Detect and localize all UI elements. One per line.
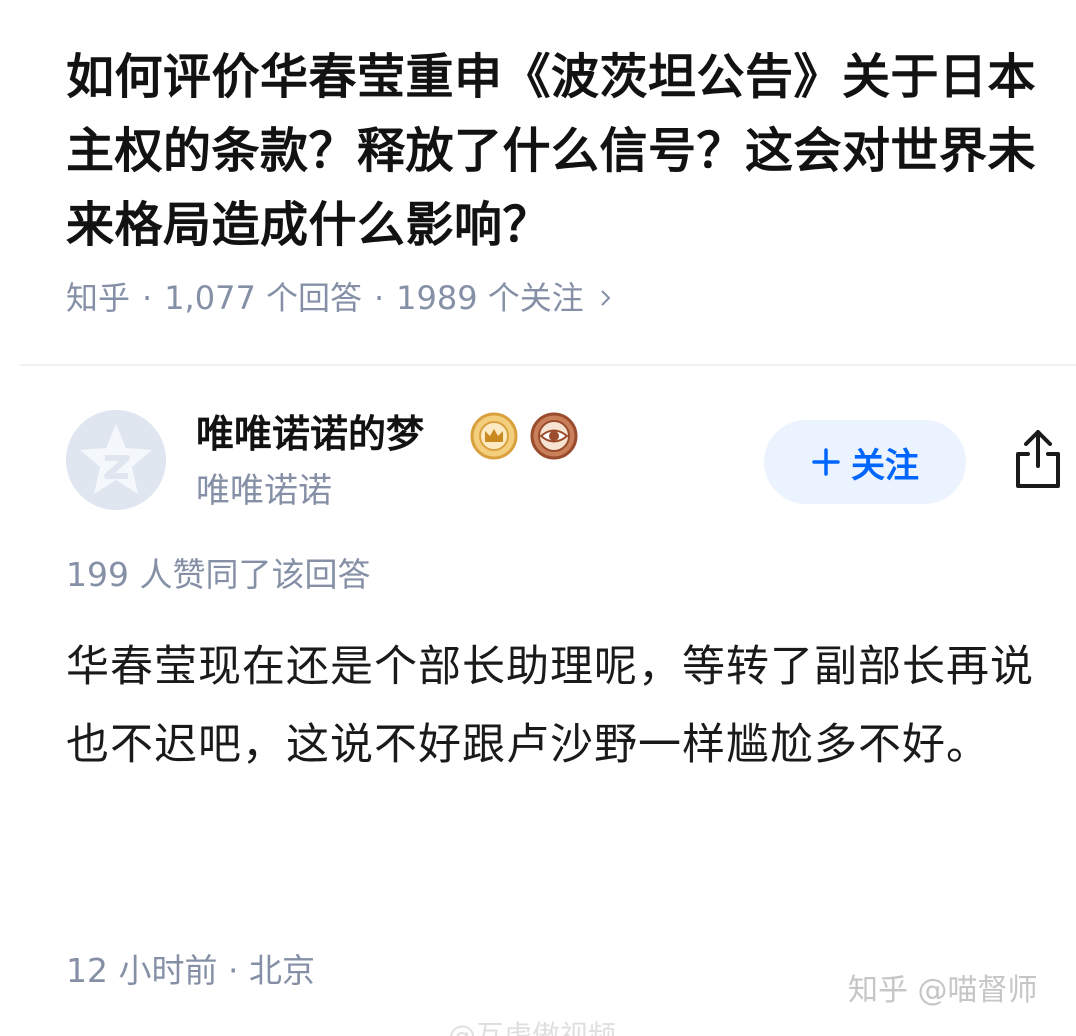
answer-time: 12 小时前 — [66, 951, 218, 990]
followers-count: 1989 个关注 — [396, 279, 584, 317]
watermark-bottom: @互虎傲视频 — [448, 1019, 617, 1036]
question-source: 知乎 — [66, 279, 131, 317]
answer-location: 北京 — [248, 951, 315, 990]
crown-badge-icon[interactable] — [470, 412, 518, 460]
question-meta[interactable]: 知乎 · 1,077 个回答 · 1989 个关注 — [66, 276, 614, 320]
author-name[interactable]: 唯唯诺诺的梦 — [196, 408, 424, 460]
avatar[interactable] — [66, 410, 166, 510]
answer-content[interactable]: 华春莹现在还是个部长助理呢，等转了副部长再说也不迟吧，这说不好跟卢沙野一样尴尬多… — [66, 628, 1056, 784]
divider — [20, 364, 1076, 366]
author-headline: 唯唯诺诺 — [196, 471, 332, 511]
answer-page: 如何评价华春莹重申《波茨坦公告》关于日本主权的条款？释放了什么信号？这会对世界未… — [0, 0, 1076, 1036]
answers-count: 1,077 个回答 — [164, 279, 362, 317]
watermark: 知乎 @喵督师 — [848, 973, 1038, 1008]
plus-icon — [812, 448, 840, 476]
follow-button[interactable]: 关注 — [764, 420, 966, 504]
answer-footer: 12 小时前 · 北京 — [66, 948, 315, 994]
meta-separator: · — [227, 951, 249, 990]
meta-separator: · — [142, 279, 153, 317]
share-icon[interactable] — [1010, 428, 1066, 492]
question-title[interactable]: 如何评价华春莹重申《波茨坦公告》关于日本主权的条款？释放了什么信号？这会对世界未… — [66, 40, 1056, 262]
avatar-default-icon — [66, 410, 166, 510]
chevron-right-icon — [601, 290, 611, 306]
vote-count: 199 人赞同了该回答 — [66, 555, 371, 594]
follow-label: 关注 — [851, 445, 919, 486]
meta-separator: · — [373, 279, 385, 317]
eye-badge-icon[interactable] — [530, 412, 578, 460]
